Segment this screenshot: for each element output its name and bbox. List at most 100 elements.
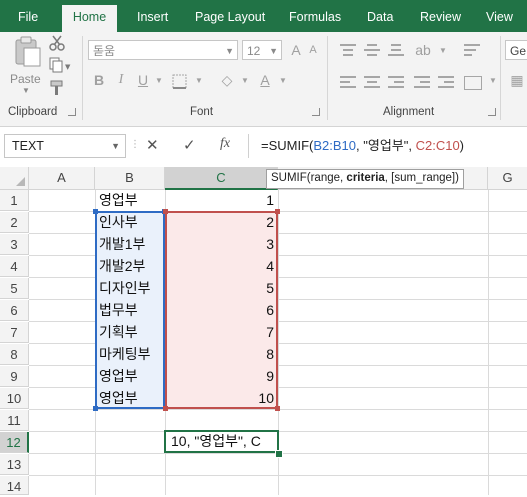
column-header-c[interactable]: C — [165, 167, 278, 190]
number-format-combo[interactable]: Ge — [505, 40, 527, 60]
cell-b2[interactable]: 인사부 — [99, 212, 138, 233]
range-handle[interactable] — [275, 209, 280, 214]
font-name-combo[interactable]: 돋움 ▼ — [88, 40, 238, 60]
format-painter-icon[interactable] — [49, 80, 65, 96]
copy-icon[interactable]: ▼ — [49, 57, 71, 73]
cell-b5[interactable]: 디자인부 — [99, 278, 151, 299]
bottom-align-icon[interactable] — [388, 44, 404, 58]
row-header-11[interactable]: 11 — [0, 410, 29, 431]
cell-b10[interactable]: 영업부 — [99, 388, 138, 409]
row-header-4[interactable]: 4 — [0, 256, 29, 277]
bold-icon[interactable]: B — [90, 72, 108, 88]
cell-b4[interactable]: 개발2부 — [99, 256, 145, 277]
cell-c2[interactable]: 2 — [165, 212, 274, 233]
chevron-down-icon[interactable]: ▼ — [111, 135, 120, 157]
cancel-icon[interactable]: ✕ — [146, 136, 159, 154]
cell-c3[interactable]: 3 — [165, 234, 274, 255]
row-header-12[interactable]: 12 — [0, 432, 29, 453]
chevron-down-icon[interactable]: ▼ — [434, 46, 452, 55]
paste-button[interactable]: Paste ▼ — [8, 34, 44, 95]
fill-color-icon[interactable]: ◇ — [218, 72, 236, 89]
cell-b6[interactable]: 법무부 — [99, 300, 138, 321]
name-box[interactable]: TEXT ▼ — [4, 134, 126, 158]
tab-home[interactable]: Home — [62, 5, 117, 32]
wrap-text-icon[interactable] — [464, 44, 480, 58]
chevron-down-icon[interactable]: ▼ — [274, 76, 292, 85]
tab-page-layout[interactable]: Page Layout — [195, 0, 265, 32]
enter-check-icon[interactable]: ✓ — [183, 136, 196, 154]
row-header-1[interactable]: 1 — [0, 190, 29, 211]
column-header-b[interactable]: B — [95, 167, 165, 190]
clipboard-group-label: Clipboard — [8, 106, 58, 118]
tab-insert[interactable]: Insert — [137, 0, 168, 32]
range-handle[interactable] — [93, 209, 98, 214]
formula-bar: TEXT ▼ ⋮ ✕ ✓ fx =SUMIF(B2:B10, "영업부", C2… — [0, 127, 527, 165]
orientation-icon[interactable]: ab — [414, 42, 432, 58]
top-align-icon[interactable] — [340, 44, 356, 58]
align-center-icon[interactable] — [364, 76, 380, 90]
alignment-launcher-icon[interactable] — [488, 108, 496, 116]
borders-icon[interactable] — [172, 74, 188, 90]
row-header-2[interactable]: 2 — [0, 212, 29, 233]
cell-b9[interactable]: 영업부 — [99, 366, 138, 387]
cell-c4[interactable]: 4 — [165, 256, 274, 277]
cell-c6[interactable]: 6 — [165, 300, 274, 321]
cell-c8[interactable]: 8 — [165, 344, 274, 365]
column-header-a[interactable]: A — [29, 167, 95, 190]
sheet-grid[interactable]: A B C D G 1 2 3 4 5 6 7 8 9 10 11 12 13 … — [0, 167, 527, 495]
range-handle[interactable] — [275, 406, 280, 411]
tab-formulas[interactable]: Formulas — [289, 0, 341, 32]
row-header-7[interactable]: 7 — [0, 322, 29, 343]
row-header-10[interactable]: 10 — [0, 388, 29, 409]
grow-font-icon[interactable]: A — [287, 42, 305, 58]
row-header-6[interactable]: 6 — [0, 300, 29, 321]
align-right-icon[interactable] — [388, 76, 404, 90]
ribbon-home: Paste ▼ ▼ Clipboard 돋움 ▼ 12 ▼ A A B I U … — [0, 32, 527, 127]
select-all-button[interactable] — [0, 167, 29, 190]
paste-icon — [15, 36, 41, 67]
middle-align-icon[interactable] — [364, 44, 380, 58]
chevron-down-icon[interactable]: ▼ — [236, 76, 254, 85]
tab-data[interactable]: Data — [367, 0, 393, 32]
cell-b3[interactable]: 개발1부 — [99, 234, 145, 255]
row-header-13[interactable]: 13 — [0, 454, 29, 475]
row-header-3[interactable]: 3 — [0, 234, 29, 255]
chevron-down-icon[interactable]: ▼ — [190, 76, 208, 85]
insert-function-icon[interactable]: fx — [220, 136, 230, 152]
increase-indent-icon[interactable] — [438, 76, 454, 90]
cell-c5[interactable]: 5 — [165, 278, 274, 299]
tab-view[interactable]: View — [486, 0, 513, 32]
font-color-icon[interactable]: A — [256, 72, 274, 88]
font-size-combo[interactable]: 12 ▼ — [242, 40, 282, 60]
cell-b8[interactable]: 마케팅부 — [99, 344, 151, 365]
align-left-icon[interactable] — [340, 76, 356, 90]
row-header-9[interactable]: 9 — [0, 366, 29, 387]
tab-review[interactable]: Review — [420, 0, 461, 32]
cell-c7[interactable]: 7 — [165, 322, 274, 343]
accounting-format-icon[interactable]: ▦ — [508, 72, 526, 89]
column-header-g[interactable]: G — [488, 167, 527, 190]
paste-dropdown-icon: ▼ — [22, 86, 30, 95]
formula-input[interactable]: =SUMIF(B2:B10, "영업부", C2:C10) — [248, 134, 527, 158]
merge-center-icon[interactable] — [464, 76, 482, 90]
range-handle[interactable] — [93, 406, 98, 411]
row-header-5[interactable]: 5 — [0, 278, 29, 299]
italic-icon[interactable]: I — [112, 72, 130, 88]
shrink-font-icon[interactable]: A — [304, 44, 322, 56]
tab-file[interactable]: File — [18, 0, 38, 32]
cell-b7[interactable]: 기획부 — [99, 322, 138, 343]
fill-handle[interactable] — [275, 450, 283, 458]
cell-c1[interactable]: 1 — [165, 190, 274, 211]
clipboard-launcher-icon[interactable] — [68, 108, 76, 116]
cell-c10[interactable]: 10 — [165, 388, 274, 409]
row-header-8[interactable]: 8 — [0, 344, 29, 365]
font-launcher-icon[interactable] — [312, 108, 320, 116]
cell-c9[interactable]: 9 — [165, 366, 274, 387]
row-header-14[interactable]: 14 — [0, 476, 29, 495]
chevron-down-icon[interactable]: ▼ — [150, 76, 168, 85]
formula-sum-range-ref: C2:C10 — [415, 138, 460, 153]
cell-b1[interactable]: 영업부 — [99, 190, 138, 211]
decrease-indent-icon[interactable] — [414, 76, 430, 90]
cut-icon[interactable] — [49, 35, 65, 51]
active-cell-c12[interactable]: 10, "영업부", C — [164, 430, 279, 453]
